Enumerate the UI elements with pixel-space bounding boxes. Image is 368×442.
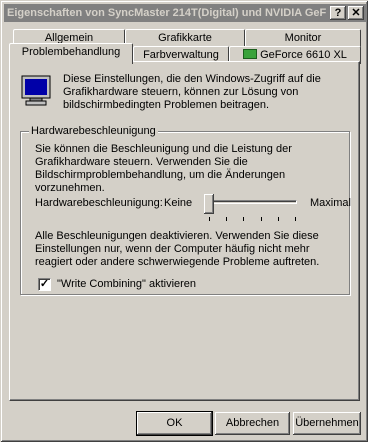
- checkmark-icon: ✓: [39, 278, 50, 290]
- slider-max-label: Maximal: [310, 197, 351, 209]
- slider-track[interactable]: [207, 200, 297, 204]
- cancel-button[interactable]: Abbrechen: [215, 412, 290, 435]
- title-bar: Eigenschaften von SyncMaster 214T(Digita…: [4, 4, 366, 22]
- slider-tick: [243, 217, 245, 221]
- write-combining-checkbox[interactable]: ✓: [38, 278, 51, 291]
- tab-label: Monitor: [284, 32, 322, 44]
- tab-label: Problembehandlung: [21, 46, 121, 58]
- tab-monitor[interactable]: Monitor: [245, 29, 361, 47]
- slider-tick: [209, 217, 210, 221]
- help-button[interactable]: ?: [330, 6, 346, 20]
- status-text: Alle Beschleunigungen deaktivieren. Verw…: [35, 230, 320, 268]
- slider-min-label: Keine: [164, 197, 193, 209]
- slider-tick: [277, 217, 279, 221]
- slider-label: Hardwarebeschleunigung:: [35, 197, 163, 209]
- group-description: Sie können die Beschleunigung und die Le…: [35, 143, 292, 194]
- write-combining-label[interactable]: "Write Combining" aktivieren: [57, 278, 196, 290]
- properties-dialog: Eigenschaften von SyncMaster 214T(Digita…: [0, 0, 368, 442]
- slider-tick: [295, 217, 296, 221]
- tab-problembehandlung[interactable]: Problembehandlung: [9, 43, 133, 64]
- monitor-icon: [21, 75, 51, 106]
- slider-tick: [260, 217, 262, 221]
- close-button[interactable]: ✕: [348, 6, 364, 20]
- window-title: Eigenschaften von SyncMaster 214T(Digita…: [7, 7, 326, 19]
- tab-label: Farbverwaltung: [143, 49, 219, 61]
- intro-text: Diese Einstellungen, die den Windows-Zug…: [63, 73, 321, 111]
- tab-label: GeForce 6610 XL: [260, 49, 347, 61]
- group-label: Hardwarebeschleunigung: [29, 125, 158, 138]
- acceleration-slider[interactable]: [204, 194, 214, 214]
- apply-button[interactable]: Übernehmen: [293, 412, 361, 435]
- tab-grafikkarte[interactable]: Grafikkarte: [125, 29, 245, 47]
- nvidia-icon: [243, 49, 258, 59]
- slider-tick: [226, 217, 228, 221]
- tab-label: Grafikkarte: [158, 32, 212, 44]
- ok-button[interactable]: OK: [137, 412, 212, 435]
